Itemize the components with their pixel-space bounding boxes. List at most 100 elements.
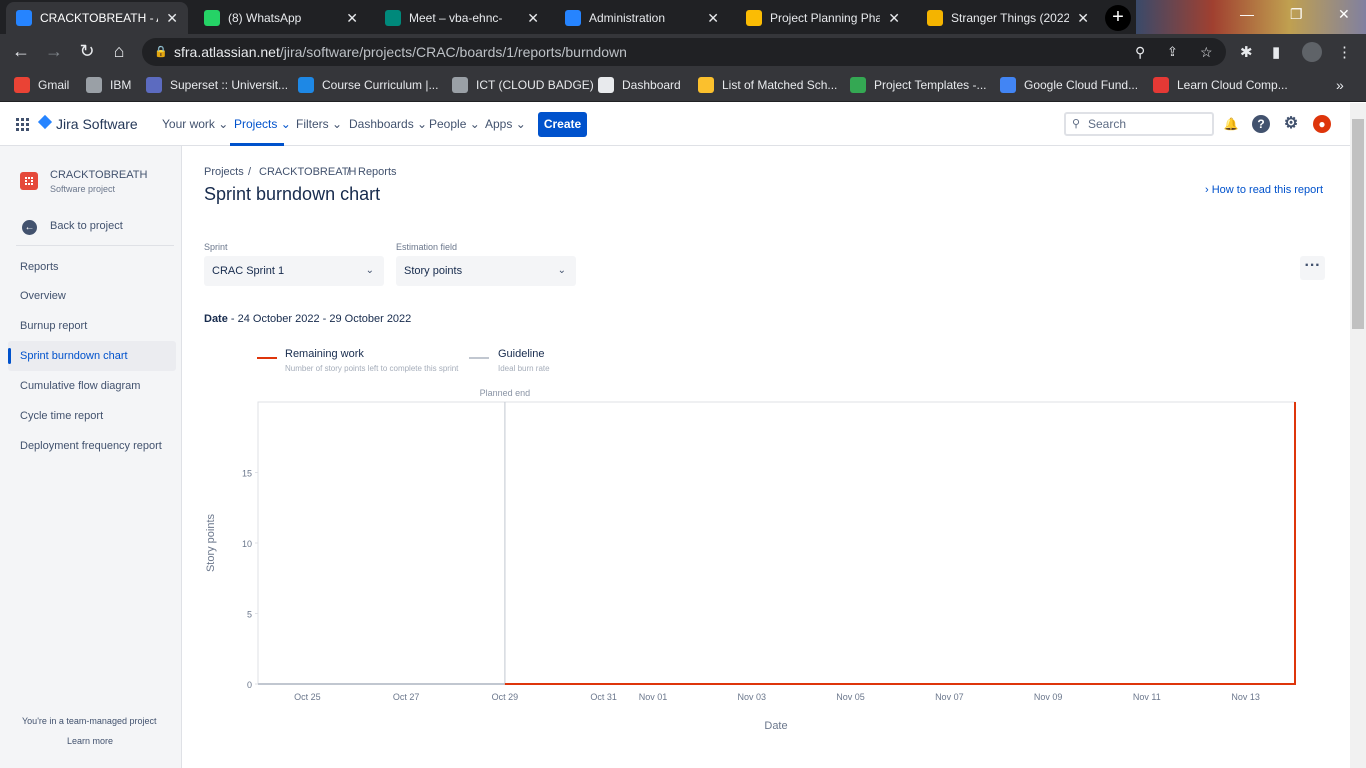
emoji-icon [927, 10, 943, 26]
search-icon: ⚲ [1072, 118, 1081, 130]
settings-icon[interactable]: ⚙ [1282, 115, 1300, 133]
jira-icon [16, 10, 32, 26]
legend-guideline-swatch [469, 357, 489, 359]
estimation-select[interactable]: Story points ⌄ [396, 256, 576, 286]
bookmark-item[interactable]: Course Curriculum |... [298, 77, 438, 93]
gcloud-icon [1000, 77, 1016, 93]
browser-tab[interactable]: Stranger Things (2022 ✕ [917, 2, 1099, 34]
sidepanel-icon[interactable]: ▮ [1272, 43, 1280, 61]
profile-avatar[interactable] [1302, 42, 1322, 62]
learn-more-link[interactable]: Learn more [67, 736, 113, 746]
breadcrumb-projects[interactable]: Projects [204, 166, 244, 178]
browser-tab[interactable]: (8) WhatsApp ✕ [194, 2, 368, 34]
user-avatar[interactable]: ● [1313, 115, 1331, 133]
browser-tab[interactable]: Project Planning Phas ✕ [736, 2, 910, 34]
nav-your-work[interactable]: Your work ⌄ [162, 117, 228, 131]
bookmark-item[interactable]: Gmail [14, 77, 69, 93]
nav-projects[interactable]: Projects ⌄ [234, 117, 291, 131]
estimation-label: Estimation field [396, 242, 458, 252]
breadcrumb-reports[interactable]: Reports [358, 166, 397, 178]
back-to-project-link[interactable]: Back to project [50, 220, 123, 232]
scrollbar-thumb[interactable] [1352, 119, 1364, 329]
whatsapp-icon [204, 10, 220, 26]
search-input[interactable]: ⚲ Search [1064, 112, 1214, 136]
bookmark-label: IBM [110, 78, 132, 92]
close-tab-icon[interactable]: ✕ [166, 10, 178, 27]
page-scrollbar[interactable] [1350, 103, 1366, 768]
bookmark-item[interactable]: Dashboard [598, 77, 681, 93]
share-icon[interactable]: ⇪ [1167, 38, 1178, 66]
more-bookmarks-icon[interactable]: » [1336, 77, 1344, 93]
close-tab-icon[interactable]: ✕ [346, 10, 358, 27]
chevron-down-icon: ⌄ [557, 265, 566, 276]
bookmark-star-icon[interactable]: ☆ [1200, 38, 1213, 66]
burndown-chart: Planned end 0 5 10 15 Oct 25 Oct 27 Oct 29 Oct 3… [205, 388, 1296, 732]
create-button[interactable]: Create [538, 112, 587, 137]
sidebar-item-deployment-frequency[interactable]: Deployment frequency report [8, 431, 176, 461]
back-icon: ← [22, 220, 37, 235]
sidebar-item-sprint-burndown[interactable]: Sprint burndown chart [8, 341, 176, 371]
nav-dashboards[interactable]: Dashboards ⌄ [349, 117, 427, 131]
nav-filters[interactable]: Filters ⌄ [296, 117, 342, 131]
breadcrumb-project[interactable]: CRACKTOBREATH [259, 166, 356, 178]
extensions-icon[interactable]: ✱ [1240, 43, 1253, 61]
sprint-select[interactable]: CRAC Sprint 1 ⌄ [204, 256, 384, 286]
sidebar-item-cycle-time[interactable]: Cycle time report [8, 401, 176, 431]
menu-dots-icon[interactable]: ⋮ [1337, 43, 1352, 61]
notifications-icon[interactable]: 🔔 [1222, 115, 1240, 133]
back-arrow-icon[interactable]: ← [10, 41, 32, 62]
nav-apps[interactable]: Apps ⌄ [485, 117, 526, 131]
sidebar-item-cumulative-flow[interactable]: Cumulative flow diagram [8, 371, 176, 401]
bookmark-label: Course Curriculum |... [322, 78, 439, 92]
browser-tab[interactable]: Administration ✕ [555, 2, 729, 34]
superset-icon [146, 77, 162, 93]
new-tab-button[interactable]: + [1105, 5, 1131, 31]
how-to-read-link[interactable]: › How to read this report [1205, 184, 1323, 196]
browser-tab[interactable]: CRACKTOBREATH - A ✕ [6, 2, 188, 34]
close-tab-icon[interactable]: ✕ [1077, 10, 1089, 27]
close-window-icon[interactable]: ✕ [1338, 6, 1350, 23]
bookmark-item[interactable]: Project Templates -... [850, 77, 987, 93]
home-icon[interactable]: ⌂ [108, 41, 130, 62]
reports-section-title: Reports [20, 261, 59, 273]
close-tab-icon[interactable]: ✕ [888, 10, 900, 27]
breadcrumb-separator: / [347, 166, 351, 178]
bookmark-label: Dashboard [622, 78, 681, 92]
bookmark-item[interactable]: Learn Cloud Comp... [1153, 77, 1288, 93]
url-host: sfra.atlassian.net [174, 44, 280, 60]
page-title: Sprint burndown chart [204, 184, 381, 204]
maximize-icon[interactable]: ❐ [1290, 6, 1303, 23]
minimize-icon[interactable]: — [1240, 6, 1254, 22]
project-sidebar: CRACKTOBREATH Software project ← Back to… [0, 146, 182, 768]
y-tick-label: 10 [242, 539, 252, 549]
jira-brand[interactable]: Jira Software [56, 116, 138, 132]
bookmark-item[interactable]: ICT (CLOUD BADGE) [452, 77, 594, 93]
x-tick-label: Oct 31 [590, 692, 617, 702]
help-icon[interactable]: ? [1252, 115, 1270, 133]
legend-remaining-desc: Number of story points left to complete … [285, 364, 459, 373]
zoom-icon[interactable]: ⚲ [1135, 38, 1145, 66]
jira-top-nav: Jira Software Your work ⌄ Projects ⌄ Fil… [0, 103, 1350, 146]
bookmark-item[interactable]: Google Cloud Fund... [1000, 77, 1138, 93]
bookmark-item[interactable]: IBM [86, 77, 131, 93]
bookmarks-bar: Gmail IBM Superset :: Universit... Course C… [0, 70, 1366, 102]
sidebar-item-overview[interactable]: Overview [8, 281, 176, 311]
plot-area [257, 401, 1296, 685]
globe-icon [452, 77, 468, 93]
reload-icon[interactable]: ↻ [76, 41, 98, 62]
app-switcher-icon[interactable] [16, 118, 29, 131]
sidebar-item-burnup[interactable]: Burnup report [8, 311, 176, 341]
close-tab-icon[interactable]: ✕ [527, 10, 539, 27]
address-bar[interactable]: 🔒 sfra.atlassian.net/jira/software/projec… [142, 38, 1226, 66]
nav-people[interactable]: People ⌄ [429, 117, 480, 131]
close-tab-icon[interactable]: ✕ [707, 10, 719, 27]
bookmark-item[interactable]: Superset :: Universit... [146, 77, 288, 93]
bookmark-item[interactable]: List of Matched Sch... [698, 77, 837, 93]
forward-arrow-icon[interactable]: → [43, 41, 65, 62]
star-icon [698, 77, 714, 93]
project-name[interactable]: CRACKTOBREATH [50, 169, 147, 181]
tab-title: Meet – vba-ehnc- [409, 11, 503, 25]
more-actions-button[interactable]: ··· [1300, 256, 1325, 280]
search-placeholder: Search [1088, 117, 1127, 131]
browser-tab[interactable]: Meet – vba-ehnc- ✕ [375, 2, 549, 34]
